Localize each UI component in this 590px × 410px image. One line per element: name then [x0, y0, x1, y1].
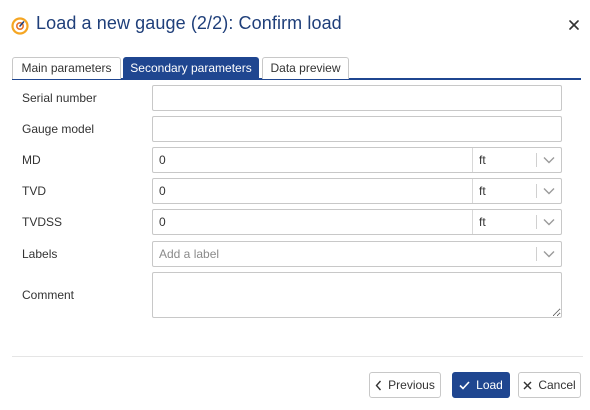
comment-label: Comment	[22, 288, 75, 302]
dialog-header: Load a new gauge (2/2): Confirm load	[0, 0, 590, 52]
previous-button-label: Previous	[388, 378, 435, 392]
serial-number-input[interactable]	[152, 85, 562, 111]
cancel-button[interactable]: Cancel	[518, 372, 581, 398]
load-gauge-dialog: Load a new gauge (2/2): Confirm load Mai…	[0, 0, 590, 410]
gauge-logo-icon	[11, 17, 29, 35]
tab-bar: Main parameters Secondary parameters Dat…	[12, 57, 581, 80]
tab-data-preview[interactable]: Data preview	[262, 57, 349, 79]
footer-divider	[12, 356, 583, 357]
dialog-title: Load a new gauge (2/2): Confirm load	[36, 13, 342, 33]
serial-number-label: Serial number	[22, 91, 97, 105]
tvd-unit-divider	[472, 179, 473, 203]
tvd-label: TVD	[22, 184, 46, 198]
comment-textarea[interactable]	[152, 272, 562, 318]
tvdss-input[interactable]: 0	[159, 215, 166, 229]
labels-placeholder: Add a label	[159, 247, 220, 261]
md-field: 0 ft	[152, 147, 562, 173]
chevron-down-icon[interactable]	[541, 183, 557, 199]
close-icon	[523, 381, 532, 390]
close-icon[interactable]	[566, 17, 582, 33]
tvdss-chevron-divider	[536, 215, 537, 229]
chevron-down-icon[interactable]	[541, 246, 557, 262]
tvd-field: 0 ft	[152, 178, 562, 204]
labels-label: Labels	[22, 247, 58, 261]
labels-select[interactable]: Add a label	[152, 241, 562, 267]
chevron-down-icon[interactable]	[541, 152, 557, 168]
tvdss-field: 0 ft	[152, 209, 562, 235]
load-button[interactable]: Load	[452, 372, 510, 398]
tvdss-unit-select[interactable]: ft	[479, 215, 486, 229]
load-button-label: Load	[476, 378, 503, 392]
labels-chevron-divider	[536, 247, 537, 261]
md-unit-select[interactable]: ft	[479, 153, 486, 167]
tab-secondary-parameters[interactable]: Secondary parameters	[123, 57, 259, 80]
tab-main-parameters[interactable]: Main parameters	[12, 57, 121, 79]
gauge-model-input[interactable]	[152, 116, 562, 142]
tvd-chevron-divider	[536, 184, 537, 198]
chevron-left-icon	[375, 380, 382, 391]
tvd-input[interactable]: 0	[159, 184, 166, 198]
chevron-down-icon[interactable]	[541, 214, 557, 230]
md-label: MD	[22, 153, 41, 167]
cancel-button-label: Cancel	[538, 378, 576, 392]
tvdss-unit-divider	[472, 210, 473, 234]
md-unit-divider	[472, 148, 473, 172]
md-input[interactable]: 0	[159, 153, 166, 167]
check-icon	[459, 380, 470, 390]
tvdss-label: TVDSS	[22, 215, 63, 229]
gauge-model-label: Gauge model	[22, 122, 95, 136]
tvd-unit-select[interactable]: ft	[479, 184, 486, 198]
md-chevron-divider	[536, 153, 537, 167]
previous-button[interactable]: Previous	[369, 372, 441, 398]
